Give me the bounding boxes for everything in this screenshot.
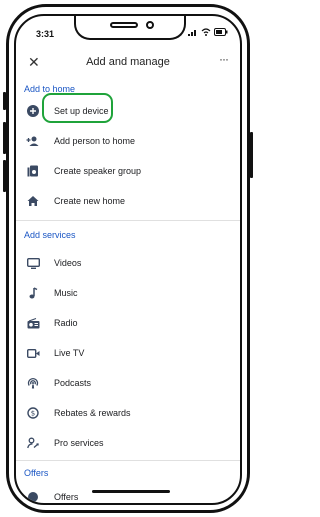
rebates-rewards-label: Rebates & rewards [54, 408, 131, 418]
more-icon[interactable]: ··· [219, 52, 229, 66]
section-title-add-services: Add services [24, 230, 76, 240]
live-tv-item[interactable]: Live TV [16, 342, 240, 366]
radio-icon [26, 316, 40, 330]
add-person-item[interactable]: Add person to home [16, 130, 240, 154]
pro-services-label: Pro services [54, 438, 104, 448]
create-speaker-group-item[interactable]: Create speaker group [16, 160, 240, 184]
podcasts-icon [26, 376, 40, 390]
radio-label: Radio [54, 318, 78, 328]
radio-item[interactable]: Radio [16, 312, 240, 336]
music-label: Music [54, 288, 78, 298]
front-camera [146, 21, 154, 29]
status-icons [188, 28, 228, 38]
page-title: Add and manage [86, 56, 170, 68]
videos-label: Videos [54, 258, 82, 268]
live-tv-label: Live TV [54, 348, 85, 358]
offers-label: Offers [54, 492, 79, 502]
power-button [250, 132, 253, 178]
create-new-home-item[interactable]: Create new home [16, 190, 240, 214]
home-icon [26, 194, 40, 208]
section-divider [16, 220, 240, 221]
podcasts-item[interactable]: Podcasts [16, 372, 240, 396]
rebates-rewards-item[interactable]: $ Rebates & rewards [16, 402, 240, 426]
section-title-offers: Offers [24, 468, 49, 478]
app-header: ✕ Add and manage ··· [16, 52, 240, 78]
signal-icon [188, 28, 198, 38]
offers-item[interactable]: Offers [16, 486, 240, 503]
svg-text:$: $ [31, 410, 35, 418]
create-new-home-label: Create new home [54, 196, 126, 206]
set-up-device-item[interactable]: Set up device [16, 93, 240, 124]
add-person-label: Add person to home [54, 136, 136, 146]
videos-item[interactable]: Videos [16, 252, 240, 276]
live-tv-icon [26, 346, 40, 360]
add-person-icon [26, 134, 40, 148]
pro-services-icon [26, 436, 40, 450]
plus-circle-icon [26, 104, 40, 118]
section-divider [16, 460, 240, 461]
rebates-icon: $ [26, 406, 40, 420]
music-item[interactable]: Music [16, 282, 240, 306]
tv-icon [26, 256, 40, 270]
battery-icon [214, 28, 228, 38]
create-speaker-group-label: Create speaker group [54, 166, 142, 176]
speaker-grille [110, 22, 138, 28]
phone-screen: 3:31 ✕ Add and manage ··· Add to home Se… [14, 14, 242, 505]
notch [74, 16, 186, 40]
podcasts-label: Podcasts [54, 378, 92, 388]
status-time: 3:31 [36, 29, 55, 39]
home-indicator[interactable] [92, 490, 170, 493]
offers-icon [26, 490, 40, 503]
music-note-icon [26, 286, 40, 300]
set-up-device-label: Set up device [54, 106, 109, 116]
pro-services-item[interactable]: Pro services [16, 432, 240, 456]
wifi-icon [201, 28, 211, 38]
speaker-group-icon [26, 164, 40, 178]
